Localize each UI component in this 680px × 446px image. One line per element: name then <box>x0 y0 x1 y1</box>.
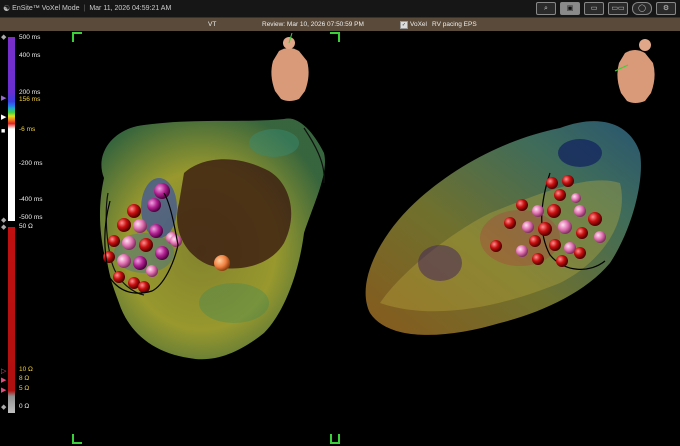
title-bar: ☯ EnSite™ VoXel Mode | Mar 11, 2026 04:5… <box>0 0 680 18</box>
lat-high-marker-icon[interactable]: ▶ <box>1 95 6 102</box>
volt-label-50: 50 Ω <box>19 223 33 230</box>
lesion-point <box>546 177 558 189</box>
orientation-torso-icon-right[interactable] <box>614 39 655 103</box>
current-timestamp: Mar 11, 2026 04:59:21 AM <box>89 5 172 12</box>
layout-dual-icon: ▭▭ <box>611 5 625 12</box>
lesion-point <box>516 245 528 257</box>
lesion-point <box>529 235 541 247</box>
app-name: EnSite™ VoXel Mode <box>12 5 80 12</box>
lesion-point <box>117 254 131 268</box>
lesion-point <box>154 183 170 199</box>
lesion-point <box>576 227 588 239</box>
volt-label-8: 8 Ω <box>19 375 30 382</box>
lesion-point <box>146 265 158 277</box>
voxel-toggle[interactable]: ✓ VoXel <box>400 20 427 29</box>
lesion-point <box>516 199 528 211</box>
volt-label-0: 0 Ω <box>19 403 30 410</box>
lat-label-500: 500 ms <box>19 34 41 41</box>
layout-dual-button[interactable]: ▭▭ <box>608 2 628 15</box>
app-title: ☯ EnSite™ VoXel Mode <box>3 4 80 13</box>
lat-bottom-handle-icon[interactable]: ◆ <box>1 217 6 224</box>
layout-round-button[interactable]: ◯ <box>632 2 652 15</box>
lesion-point <box>133 256 147 270</box>
lesion-point <box>113 271 125 283</box>
lesion-point <box>504 217 516 229</box>
capture-button[interactable]: ▣ <box>560 2 580 15</box>
toolbar-buttons: ⌕ ▣ ▭ ▭▭ ◯ ⚙ <box>536 2 676 15</box>
zoom-icon: ⌕ <box>544 5 548 12</box>
orientation-torso-icon[interactable] <box>271 33 309 101</box>
color-scale: 500 ms 400 ms 200 ms 156 ms -6 ms -200 m… <box>1 34 68 417</box>
lesion-point <box>108 235 120 247</box>
lesion-point <box>594 231 606 243</box>
layout-round-icon: ◯ <box>638 5 646 12</box>
lesion-point <box>574 247 586 259</box>
lesion-point <box>562 175 574 187</box>
volt-top-handle-icon[interactable]: ◆ <box>1 224 6 231</box>
lesion-point <box>532 205 544 217</box>
study-name: RV pacing EPS <box>432 21 477 28</box>
lesion-point <box>103 251 115 263</box>
lesion-point <box>554 189 566 201</box>
lesion-point <box>139 238 153 252</box>
lesion-point <box>588 212 602 226</box>
map-viewport-right[interactable] <box>340 33 678 435</box>
settings-button[interactable]: ⚙ <box>656 2 676 15</box>
lesion-point <box>138 281 150 293</box>
volt-bottom-handle-icon[interactable]: ◆ <box>1 404 6 411</box>
lesion-point <box>127 204 141 218</box>
volt-10-marker-icon[interactable]: ▷ <box>1 368 6 375</box>
volt-label-10: 10 Ω <box>19 366 33 373</box>
volt-5-marker-icon[interactable]: ▶ <box>1 387 6 394</box>
lat-label-neg6: -6 ms <box>19 126 36 133</box>
lesion-point <box>122 236 136 250</box>
lesion-point <box>133 219 147 233</box>
lat-low-marker-icon[interactable]: ■ <box>1 128 5 135</box>
lesion-point <box>214 255 230 271</box>
info-bar: VT Review: Mar 10, 2026 07:50:59 PM ✓ Vo… <box>0 18 680 31</box>
lesion-point <box>490 240 502 252</box>
voxel-checkbox[interactable]: ✓ <box>400 20 408 29</box>
settings-icon: ⚙ <box>662 5 670 12</box>
lesion-point <box>117 218 131 232</box>
capture-icon: ▣ <box>566 5 574 12</box>
zoom-button[interactable]: ⌕ <box>536 2 556 15</box>
lesion-point <box>571 193 581 203</box>
lat-top-handle-icon[interactable]: ◆ <box>1 34 6 41</box>
lat-label-156: 156 ms <box>19 96 41 103</box>
volt-8-marker-icon[interactable]: ▶ <box>1 377 6 384</box>
lesion-point <box>547 204 561 218</box>
lat-label-neg500: -500 ms <box>19 214 43 221</box>
lat-color-bar[interactable] <box>8 37 15 221</box>
lesion-point <box>155 246 169 260</box>
lesion-point <box>558 220 572 234</box>
review-timestamp: Review: Mar 10, 2026 07:50:59 PM <box>262 21 364 28</box>
lesion-point <box>556 255 568 267</box>
lesion-point <box>147 198 161 212</box>
layout-single-icon: ▭ <box>590 5 598 12</box>
lat-label-400: 400 ms <box>19 52 41 59</box>
view-label: VT <box>208 21 217 28</box>
volt-label-5: 5 Ω <box>19 385 30 392</box>
voltage-color-bar[interactable] <box>8 227 15 413</box>
lesion-point <box>538 222 552 236</box>
viewport-right-corner-bl <box>330 434 340 444</box>
lat-label-neg200: -200 ms <box>19 160 43 167</box>
lesion-point <box>522 221 534 233</box>
lesion-point <box>549 239 561 251</box>
map-viewport-left[interactable] <box>74 33 334 435</box>
ensite-logo-icon: ☯ <box>3 4 11 13</box>
lat-current-marker-icon[interactable]: ▶ <box>1 114 6 121</box>
lesion-point <box>532 253 544 265</box>
voxel-label: VoXel <box>410 21 427 28</box>
viewport-left-corner-bl <box>72 434 82 444</box>
layout-single-button[interactable]: ▭ <box>584 2 604 15</box>
lat-label-neg400: -400 ms <box>19 196 43 203</box>
lesion-point <box>149 224 163 238</box>
title-separator: | <box>83 5 86 12</box>
lesion-point <box>574 205 586 217</box>
